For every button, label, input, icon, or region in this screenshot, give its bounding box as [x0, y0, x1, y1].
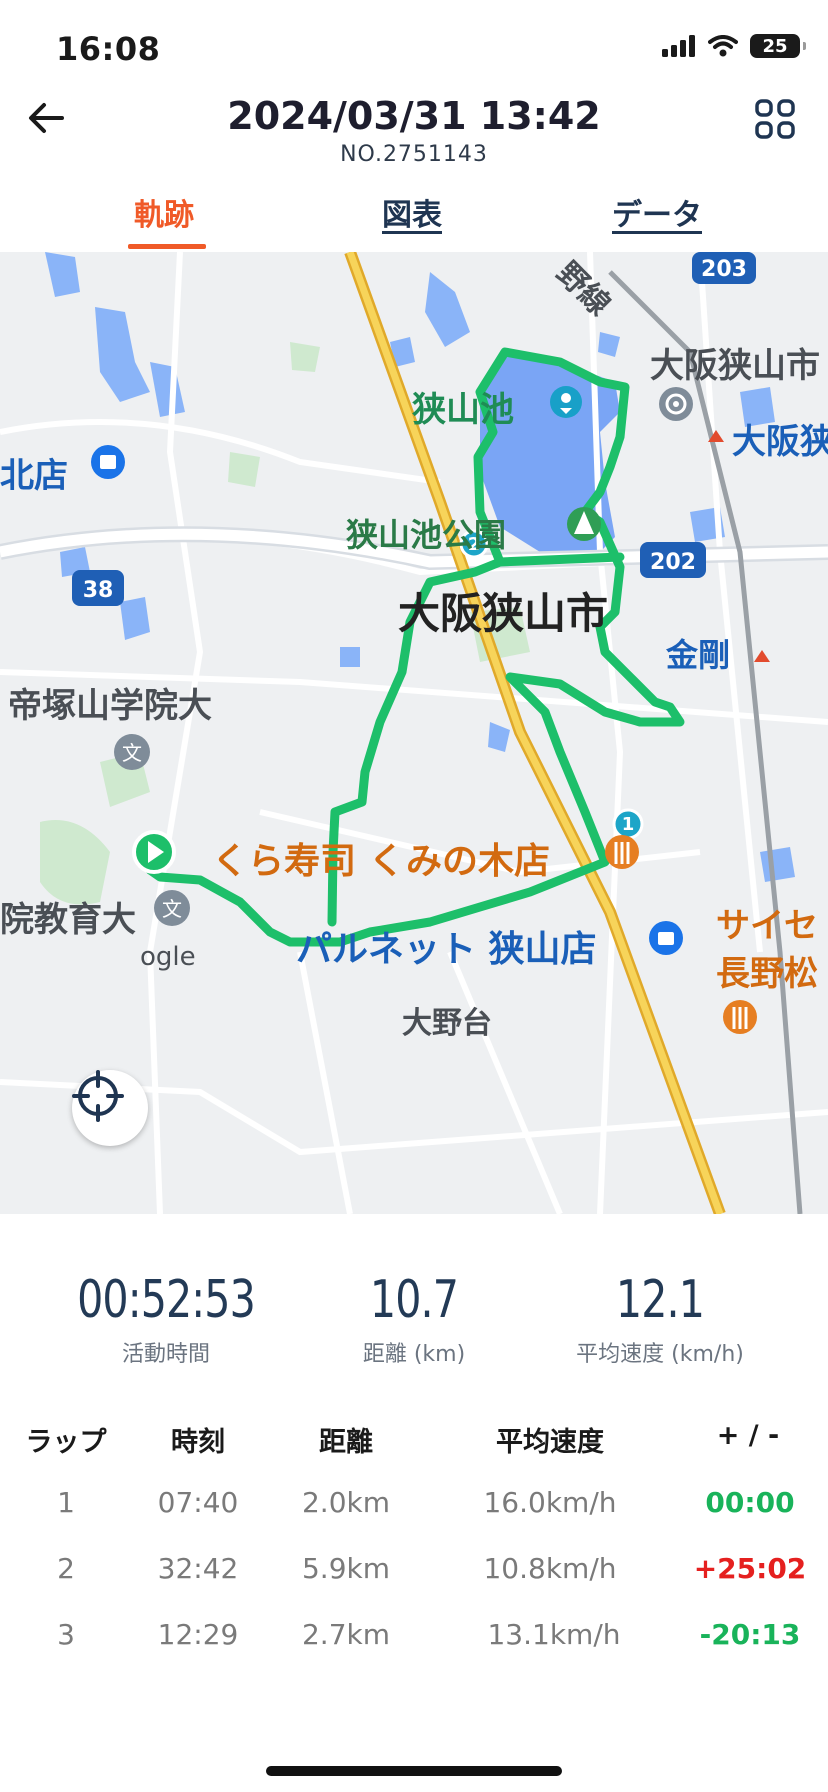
active-tab-indicator [128, 244, 206, 249]
lap-diff: +25:02 [693, 1552, 807, 1585]
map-label-onodai: 大野台 [402, 1006, 492, 1041]
map-label-city: 大阪狭山市 [398, 589, 609, 638]
landmark-poi-icon [659, 387, 693, 421]
lap-time: 12:29 [157, 1618, 239, 1651]
grid-icon [755, 99, 795, 139]
map-label-palnet: パルネット 狭山店 [296, 929, 597, 970]
wifi-icon [708, 35, 738, 57]
lap-marker-1: 1 [622, 814, 635, 835]
stat-avg-speed: 12.1 平均速度 (km/h) [530, 1270, 790, 1368]
park-poi-icon [567, 507, 601, 541]
route-shield-38: 38 [83, 578, 114, 603]
shopping-poi-icon [91, 445, 125, 479]
route-shield-203: 203 [701, 257, 747, 282]
lap-diff: 00:00 [705, 1486, 795, 1519]
crosshair-icon [72, 1070, 124, 1122]
lap-row: 2 32:42 5.9km 10.8km/h +25:02 [0, 1552, 828, 1612]
distance-value: 10.7 [369, 1270, 459, 1330]
lap-table-header: ラップ 時刻 距離 平均速度 + / - [0, 1420, 828, 1480]
lap-distance: 5.9km [301, 1552, 391, 1585]
map-label-park: 狭山池公園 [346, 516, 507, 554]
avg-speed-value: 12.1 [615, 1270, 705, 1330]
tab-track[interactable]: 軌跡 [134, 190, 194, 234]
lap-number: 1 [57, 1486, 75, 1519]
home-indicator[interactable] [266, 1766, 562, 1776]
palnet-shopping-icon [649, 921, 683, 955]
tab-bar: 軌跡 図表 データ [0, 180, 828, 250]
pond-poi-icon [550, 386, 582, 418]
lap-speed: 10.8km/h [483, 1552, 617, 1585]
lap-speed: 13.1km/h [487, 1618, 621, 1651]
duration-value: 00:52:53 [77, 1270, 256, 1330]
lap-distance: 2.0km [301, 1486, 391, 1519]
google-logo: ogle [140, 942, 196, 972]
battery-icon: 25 [750, 34, 806, 58]
lap-number: 3 [57, 1618, 75, 1651]
lap-row: 3 12:29 2.7km 13.1km/h -20:13 [0, 1618, 828, 1678]
lap-diff: -20:13 [699, 1618, 801, 1651]
summary-stats: 00:52:53 活動時間 10.7 距離 (km) 12.1 平均速度 (km… [0, 1270, 828, 1380]
map-label-saize: サイセ [716, 906, 818, 946]
stat-duration: 00:52:53 活動時間 [36, 1270, 296, 1368]
locate-button[interactable] [72, 1070, 148, 1146]
avg-speed-label: 平均速度 (km/h) [576, 1342, 744, 1367]
map-label-sushi: くら寿司 くみの木店 [212, 841, 550, 882]
map-label-kongo: 金剛 [666, 636, 731, 674]
grid-menu-button[interactable] [752, 96, 798, 142]
status-icons: 25 [662, 34, 806, 58]
lap-row: 1 07:40 2.0km 16.0km/h 00:00 [0, 1486, 828, 1546]
header-distance: 距離 [319, 1427, 373, 1458]
header-lap: ラップ [25, 1427, 107, 1458]
map-label-education: 院教育大 [0, 900, 136, 940]
header-time: 時刻 [171, 1427, 225, 1458]
svg-text:文: 文 [162, 897, 182, 921]
lap-number: 2 [57, 1552, 75, 1585]
lap-time: 32:42 [157, 1552, 239, 1585]
distance-label: 距離 (km) [362, 1342, 466, 1367]
svg-text:文: 文 [122, 741, 142, 765]
map-label-naganomatsu: 長野松 [716, 954, 818, 994]
map-label-pond: 狭山池 [412, 390, 514, 430]
header: 2024/03/31 13:42 NO.2751143 [0, 90, 828, 180]
tab-data[interactable]: データ [612, 190, 702, 234]
start-flag-icon [132, 830, 176, 874]
lap-time: 07:40 [157, 1486, 239, 1519]
status-time: 16:08 [56, 30, 161, 68]
lap-speed: 16.0km/h [483, 1486, 617, 1519]
lap-distance: 2.7km [301, 1618, 391, 1651]
stat-distance: 10.7 距離 (km) [284, 1270, 544, 1368]
duration-label: 活動時間 [121, 1342, 210, 1367]
map-label-north-store: 北店 [0, 456, 68, 496]
record-number: NO.2751143 [340, 142, 488, 167]
map-label-university: 帝塚山学院大 [8, 686, 212, 726]
header-diff: + / - [716, 1420, 780, 1451]
tab-chart[interactable]: 図表 [382, 190, 442, 234]
status-bar: 16:08 25 [0, 0, 828, 90]
header-speed: 平均速度 [496, 1427, 604, 1458]
route-shield-202: 202 [650, 550, 696, 575]
route-map[interactable]: 203 202 38 1 2 文 文 狭山池 狭山池公園 大阪狭山市 大阪狭山市… [0, 252, 828, 1214]
page-title: 2024/03/31 13:42 [227, 94, 601, 138]
map-label-city-edge: 大阪狭山市 [650, 346, 820, 386]
cellular-signal-icon [662, 35, 695, 57]
map-label-osaka-sa: 大阪狭 [732, 422, 828, 462]
